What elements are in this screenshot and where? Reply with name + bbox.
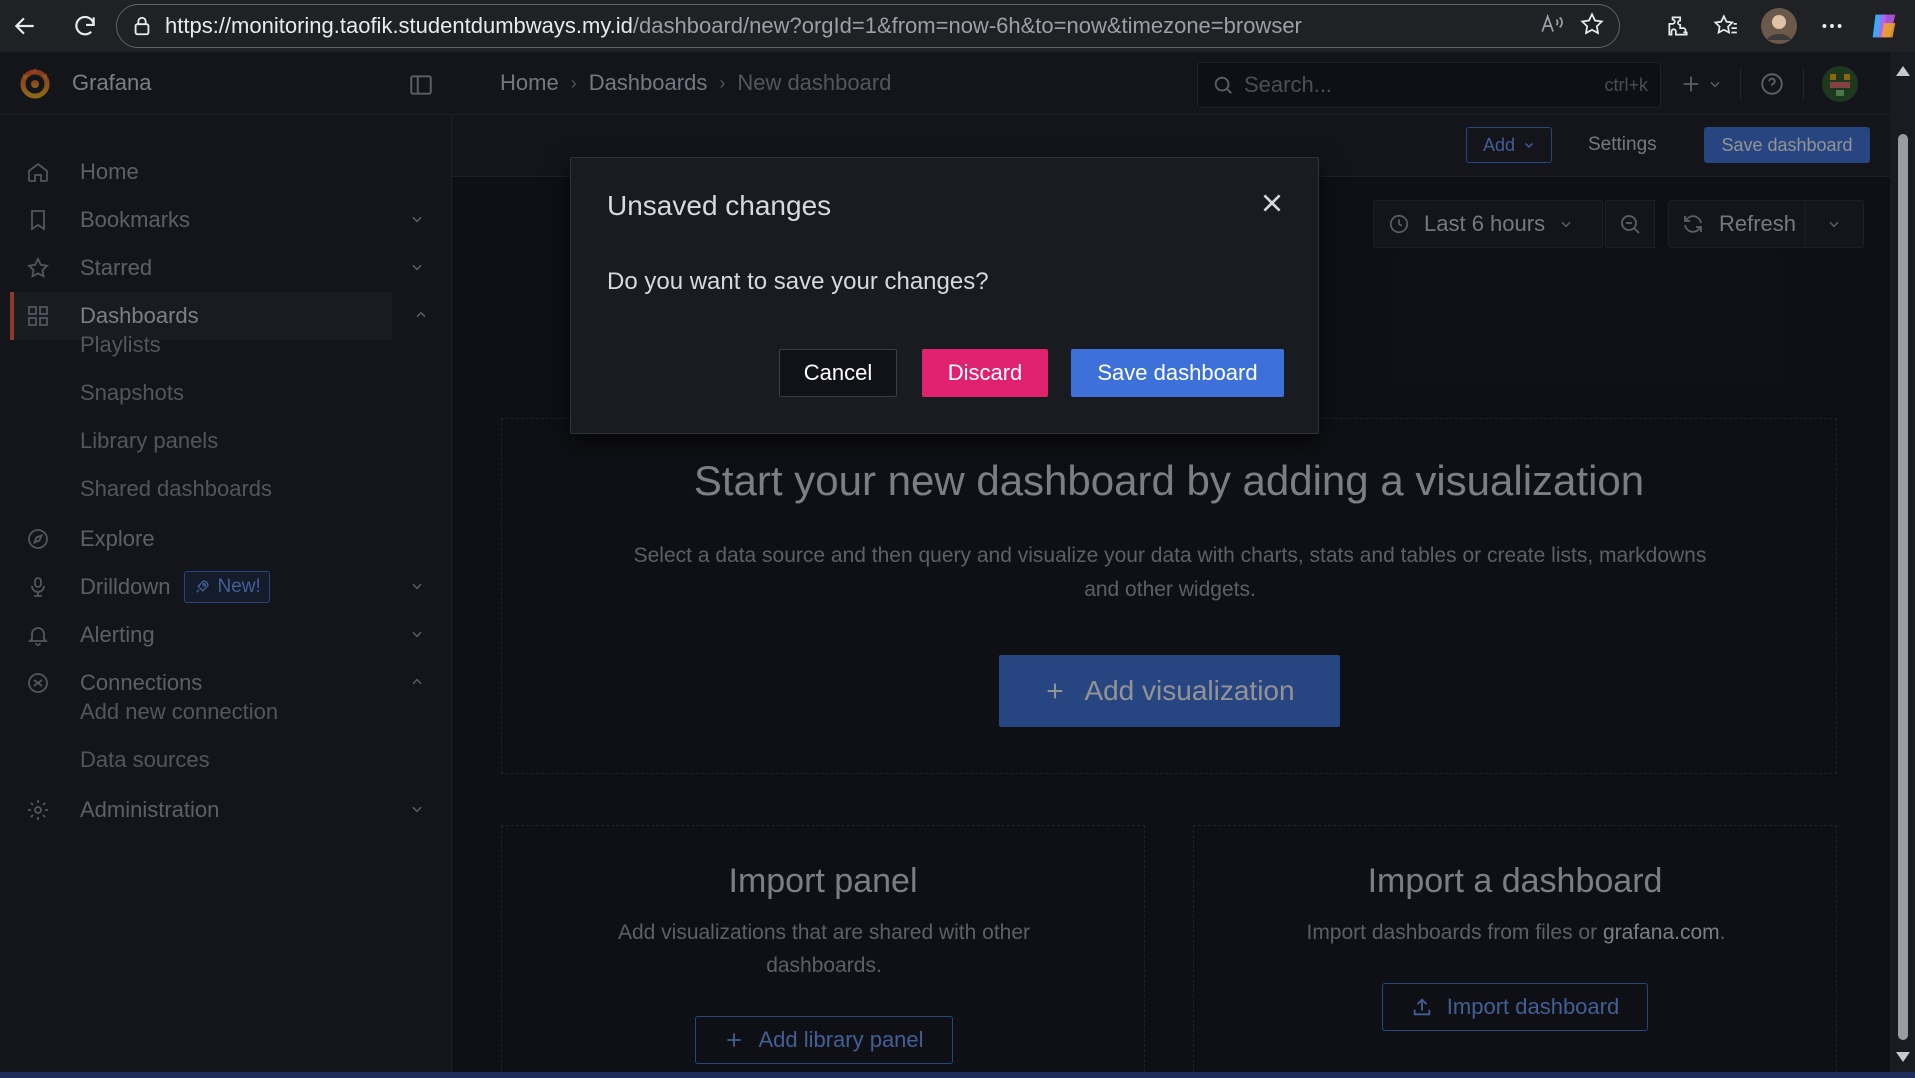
modal-title: Unsaved changes (607, 190, 832, 221)
cancel-button[interactable]: Cancel (779, 349, 897, 397)
copilot-icon[interactable] (1867, 9, 1901, 43)
site-info-icon[interactable] (131, 15, 153, 37)
page-scrollbar[interactable] (1890, 52, 1915, 1072)
scroll-thumb[interactable] (1898, 134, 1908, 1040)
bottom-strip (0, 1072, 1915, 1078)
back-icon[interactable] (5, 6, 45, 46)
close-icon[interactable] (1259, 190, 1285, 216)
modal-message: Do you want to save your changes? (607, 268, 989, 295)
favorites-icon[interactable] (1713, 13, 1739, 39)
more-options-icon[interactable] (1819, 13, 1845, 39)
unsaved-changes-modal: Unsaved changes Do you want to save your… (570, 157, 1319, 434)
discard-button[interactable]: Discard (922, 349, 1048, 397)
modal-save-dashboard-button[interactable]: Save dashboard (1071, 349, 1284, 397)
profile-avatar[interactable] (1761, 8, 1797, 44)
browser-toolbar: https://monitoring.taofik.studentdumbway… (0, 0, 1915, 52)
read-aloud-icon[interactable] (1539, 11, 1565, 37)
reload-icon[interactable] (65, 6, 105, 46)
favorite-star-icon[interactable] (1579, 11, 1605, 37)
scroll-up-icon (1896, 66, 1910, 76)
extensions-icon[interactable] (1665, 13, 1691, 39)
address-bar[interactable]: https://monitoring.taofik.studentdumbway… (116, 4, 1620, 48)
url-text: https://monitoring.taofik.studentdumbway… (165, 13, 1302, 38)
scroll-down-icon (1896, 1052, 1910, 1062)
